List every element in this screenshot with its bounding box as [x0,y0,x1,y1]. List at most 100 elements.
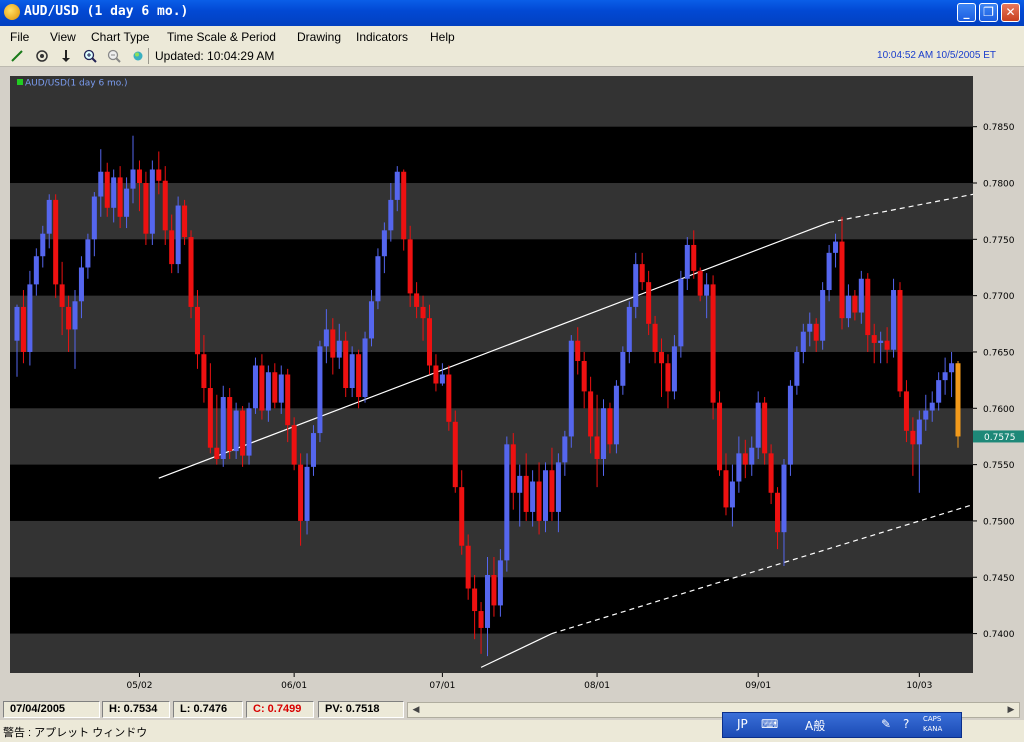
close-button[interactable]: ✕ [1001,3,1020,22]
y-tick-label: 0.7700 [983,292,1015,302]
updated-time: Updated: 10:04:29 AM [155,49,275,63]
candle-body [98,171,104,197]
menu-time-scale-period[interactable]: Time Scale & Period [167,30,276,44]
candle-body [27,284,33,352]
scroll-right-icon[interactable]: ▶ [1004,703,1018,717]
candle-body [555,462,561,512]
candle-body [833,241,839,253]
candle [317,340,323,443]
scroll-left-icon[interactable]: ◀ [409,703,423,717]
menu-indicators[interactable]: Indicators [356,30,408,44]
menu-drawing[interactable]: Drawing [297,30,341,44]
legend-swatch [17,79,23,85]
input-mode-icon[interactable]: A般 [805,717,825,734]
candle-body [884,340,890,350]
candle-body [169,230,175,265]
kana-label: KANA [923,725,943,733]
candle-body [794,351,800,386]
server-clock: 10:04:52 AM 10/5/2005 ET [877,50,996,61]
price-chart[interactable]: 0.7850 0.7800 0.7750 0.7700 0.7650 0.7600 0.75… [0,67,1024,702]
candle-body [671,346,677,392]
candle-body [240,410,246,456]
candle-body [620,351,626,386]
candle [220,385,226,467]
candle [53,194,59,298]
maximize-button[interactable]: ❐ [979,3,998,22]
candle-body [504,444,510,561]
x-tick-label: 06/01 [281,681,307,691]
candle-body [368,301,374,339]
ime-language-bar[interactable]: JP ⌨ A般 ✎ ? CAPS KANA [722,712,962,738]
candle-body [188,237,194,307]
status-high: H: 0.7534 [102,701,170,718]
candle-body [581,360,587,392]
candle-body [652,323,658,352]
candle-body [465,545,471,589]
candle-body [736,453,742,482]
ime-language-jp[interactable]: JP [737,717,748,731]
chart-legend: AUD/USD(1 day 6 mo.) [25,79,128,89]
menu-file[interactable]: File [10,30,29,44]
candle-body [362,338,368,398]
candle-body [613,385,619,445]
y-tick-label: 0.7850 [983,123,1015,133]
candle-body [53,199,59,285]
candle-body [59,284,65,307]
y-tick-label: 0.7450 [983,574,1015,584]
menu-help[interactable]: Help [430,30,455,44]
y-tick-label: 0.7600 [983,405,1015,415]
x-tick-label: 05/02 [126,681,152,691]
applet-warning-text: 警告 : アプレット ウィンドウ [3,727,148,739]
candle-body [942,372,948,381]
candle-body [646,282,652,324]
grid-band [10,295,973,352]
candle-body [259,365,265,411]
candle-body [439,374,445,384]
candle-body [626,306,632,352]
candle-body [33,256,39,285]
candle [188,230,194,319]
candle-body [136,169,142,184]
candle-body [665,363,671,392]
candle-body [510,444,516,493]
candle-body [14,306,20,341]
candle-body [420,306,426,319]
candle-body [356,354,362,398]
candle [343,331,349,398]
minimize-button[interactable]: _ [957,3,976,22]
candle-body [549,470,555,512]
candle-body [433,365,439,384]
target-icon[interactable] [34,48,50,64]
zoom-out-icon[interactable] [106,48,122,64]
candle-body [800,331,806,352]
candle-body [317,346,323,434]
ime-pad-icon[interactable]: ✎ [881,717,891,731]
arrow-down-icon[interactable] [58,48,74,64]
candle-body [207,388,213,448]
candle-body [285,374,291,426]
candle-body [523,475,529,512]
menu-view[interactable]: View [50,30,76,44]
candle-body [929,402,935,411]
candle-body [336,340,342,358]
zoom-in-icon[interactable] [82,48,98,64]
keyboard-icon[interactable]: ⌨ [761,717,778,731]
help-icon[interactable]: ? [903,717,909,731]
caps-label: CAPS [923,715,942,723]
candle-body [858,278,864,313]
candle-body [472,588,478,612]
candle-body [278,374,284,403]
candle [362,331,368,403]
menu-chart-type[interactable]: Chart Type [91,30,149,44]
status-pv: PV: 0.7518 [318,701,404,718]
candle-body [497,560,503,606]
candle [149,160,155,245]
candle-body [66,306,72,330]
current-price-label: 0.7575 [984,433,1016,443]
candle-body [639,264,645,283]
candle [717,391,723,476]
candle [375,248,381,310]
candle [787,380,793,476]
pencil-icon[interactable] [9,48,25,64]
globe-icon[interactable] [130,48,146,64]
